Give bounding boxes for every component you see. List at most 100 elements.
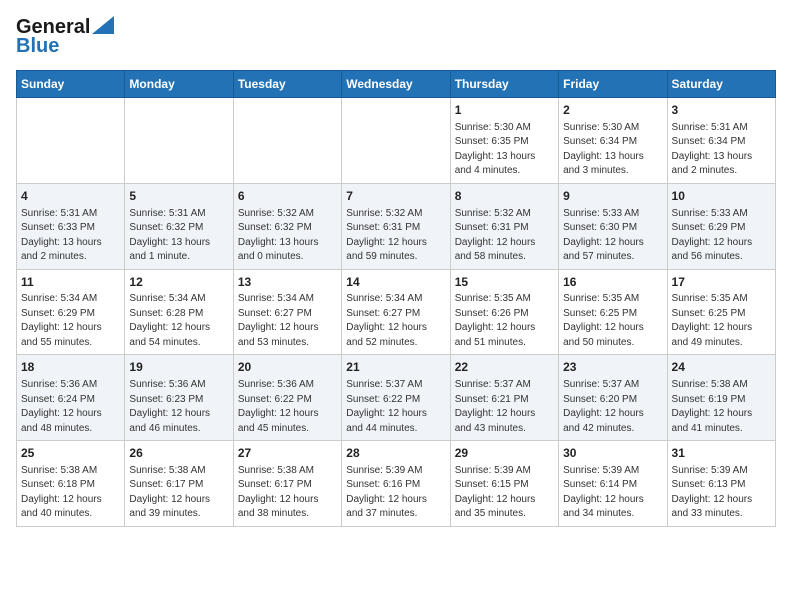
header-saturday: Saturday bbox=[667, 71, 775, 98]
day-number: 12 bbox=[129, 274, 228, 291]
calendar-cell: 13Sunrise: 5:34 AM Sunset: 6:27 PM Dayli… bbox=[233, 269, 341, 355]
day-number: 19 bbox=[129, 359, 228, 376]
calendar-cell: 27 Sunrise: 5:38 AM Sunset: 6:17 PM Dayli… bbox=[233, 441, 341, 527]
header-friday: Friday bbox=[559, 71, 667, 98]
day-number: 14 bbox=[346, 274, 445, 291]
calendar-cell: 29 Sunrise: 5:39 AM Sunset: 6:15 PM Dayli… bbox=[450, 441, 558, 527]
calendar-cell: 4Sunrise: 5:31 AM Sunset: 6:33 PM Daylig… bbox=[17, 183, 125, 269]
day-number: 5 bbox=[129, 188, 228, 205]
calendar-cell: 30Sunrise: 5:39 AM Sunset: 6:14 PM Dayli… bbox=[559, 441, 667, 527]
calendar-cell: 1 Sunrise: 5:30 AM Sunset: 6:35 PM Daylig… bbox=[450, 98, 558, 184]
day-number: 18 bbox=[21, 359, 120, 376]
cell-content: Sunrise: 5:39 AM Sunset: 6:15 PM Dayligh… bbox=[455, 464, 554, 522]
day-number: 22 bbox=[455, 359, 554, 376]
cell-content: Sunrise: 5:36 AM Sunset: 6:24 PM Dayligh… bbox=[21, 378, 120, 436]
day-number: 7 bbox=[346, 188, 445, 205]
calendar-cell: 7 Sunrise: 5:32 AM Sunset: 6:31 PM Daylig… bbox=[342, 183, 450, 269]
day-number: 10 bbox=[672, 188, 771, 205]
week-row-3: 11Sunrise: 5:34 AM Sunset: 6:29 PM Dayli… bbox=[17, 269, 776, 355]
day-number: 28 bbox=[346, 445, 445, 462]
calendar-cell: 12Sunrise: 5:34 AM Sunset: 6:28 PM Dayli… bbox=[125, 269, 233, 355]
calendar-cell: 9 Sunrise: 5:33 AM Sunset: 6:30 PM Daylig… bbox=[559, 183, 667, 269]
header-thursday: Thursday bbox=[450, 71, 558, 98]
calendar-cell: 19 Sunrise: 5:36 AM Sunset: 6:23 PM Dayli… bbox=[125, 355, 233, 441]
header-row: SundayMondayTuesdayWednesdayThursdayFrid… bbox=[17, 71, 776, 98]
day-number: 13 bbox=[238, 274, 337, 291]
logo-blue: Blue bbox=[16, 35, 59, 58]
cell-content: Sunrise: 5:33 AM Sunset: 6:29 PM Dayligh… bbox=[672, 207, 771, 265]
cell-content: Sunrise: 5:38 AM Sunset: 6:18 PM Dayligh… bbox=[21, 464, 120, 522]
day-number: 8 bbox=[455, 188, 554, 205]
cell-content: Sunrise: 5:30 AM Sunset: 6:35 PM Dayligh… bbox=[455, 121, 554, 179]
cell-content: Sunrise: 5:35 AM Sunset: 6:25 PM Dayligh… bbox=[563, 292, 662, 350]
calendar-cell: 26 Sunrise: 5:38 AM Sunset: 6:17 PM Dayli… bbox=[125, 441, 233, 527]
cell-content: Sunrise: 5:31 AM Sunset: 6:33 PM Dayligh… bbox=[21, 207, 120, 265]
cell-content: Sunrise: 5:33 AM Sunset: 6:30 PM Dayligh… bbox=[563, 207, 662, 265]
calendar-cell: 3Sunrise: 5:31 AM Sunset: 6:34 PM Daylig… bbox=[667, 98, 775, 184]
calendar-cell bbox=[342, 98, 450, 184]
calendar-cell: 2 Sunrise: 5:30 AM Sunset: 6:34 PM Daylig… bbox=[559, 98, 667, 184]
day-number: 15 bbox=[455, 274, 554, 291]
header-wednesday: Wednesday bbox=[342, 71, 450, 98]
header-sunday: Sunday bbox=[17, 71, 125, 98]
calendar-cell: 15Sunrise: 5:35 AM Sunset: 6:26 PM Dayli… bbox=[450, 269, 558, 355]
calendar-cell: 22 Sunrise: 5:37 AM Sunset: 6:21 PM Dayli… bbox=[450, 355, 558, 441]
cell-content: Sunrise: 5:30 AM Sunset: 6:34 PM Dayligh… bbox=[563, 121, 662, 179]
page-header: General Blue bbox=[16, 16, 776, 58]
cell-content: Sunrise: 5:36 AM Sunset: 6:23 PM Dayligh… bbox=[129, 378, 228, 436]
cell-content: Sunrise: 5:31 AM Sunset: 6:34 PM Dayligh… bbox=[672, 121, 771, 179]
day-number: 1 bbox=[455, 102, 554, 119]
day-number: 25 bbox=[21, 445, 120, 462]
day-number: 29 bbox=[455, 445, 554, 462]
cell-content: Sunrise: 5:35 AM Sunset: 6:26 PM Dayligh… bbox=[455, 292, 554, 350]
cell-content: Sunrise: 5:39 AM Sunset: 6:14 PM Dayligh… bbox=[563, 464, 662, 522]
cell-content: Sunrise: 5:34 AM Sunset: 6:29 PM Dayligh… bbox=[21, 292, 120, 350]
calendar-cell: 23Sunrise: 5:37 AM Sunset: 6:20 PM Dayli… bbox=[559, 355, 667, 441]
calendar-cell: 17Sunrise: 5:35 AM Sunset: 6:25 PM Dayli… bbox=[667, 269, 775, 355]
calendar-cell: 20 Sunrise: 5:36 AM Sunset: 6:22 PM Dayli… bbox=[233, 355, 341, 441]
logo-icon bbox=[92, 16, 114, 34]
day-number: 24 bbox=[672, 359, 771, 376]
calendar-cell bbox=[17, 98, 125, 184]
cell-content: Sunrise: 5:34 AM Sunset: 6:28 PM Dayligh… bbox=[129, 292, 228, 350]
cell-content: Sunrise: 5:36 AM Sunset: 6:22 PM Dayligh… bbox=[238, 378, 337, 436]
cell-content: Sunrise: 5:38 AM Sunset: 6:17 PM Dayligh… bbox=[238, 464, 337, 522]
day-number: 26 bbox=[129, 445, 228, 462]
day-number: 21 bbox=[346, 359, 445, 376]
cell-content: Sunrise: 5:37 AM Sunset: 6:21 PM Dayligh… bbox=[455, 378, 554, 436]
day-number: 11 bbox=[21, 274, 120, 291]
cell-content: Sunrise: 5:37 AM Sunset: 6:20 PM Dayligh… bbox=[563, 378, 662, 436]
calendar-cell: 10 Sunrise: 5:33 AM Sunset: 6:29 PM Dayli… bbox=[667, 183, 775, 269]
cell-content: Sunrise: 5:38 AM Sunset: 6:17 PM Dayligh… bbox=[129, 464, 228, 522]
day-number: 9 bbox=[563, 188, 662, 205]
cell-content: Sunrise: 5:39 AM Sunset: 6:13 PM Dayligh… bbox=[672, 464, 771, 522]
day-number: 17 bbox=[672, 274, 771, 291]
day-number: 27 bbox=[238, 445, 337, 462]
cell-content: Sunrise: 5:34 AM Sunset: 6:27 PM Dayligh… bbox=[346, 292, 445, 350]
week-row-4: 18 Sunrise: 5:36 AM Sunset: 6:24 PM Dayli… bbox=[17, 355, 776, 441]
calendar-cell: 28Sunrise: 5:39 AM Sunset: 6:16 PM Dayli… bbox=[342, 441, 450, 527]
cell-content: Sunrise: 5:32 AM Sunset: 6:31 PM Dayligh… bbox=[346, 207, 445, 265]
header-tuesday: Tuesday bbox=[233, 71, 341, 98]
calendar-cell: 18 Sunrise: 5:36 AM Sunset: 6:24 PM Dayli… bbox=[17, 355, 125, 441]
week-row-5: 25 Sunrise: 5:38 AM Sunset: 6:18 PM Dayli… bbox=[17, 441, 776, 527]
calendar-cell: 21 Sunrise: 5:37 AM Sunset: 6:22 PM Dayli… bbox=[342, 355, 450, 441]
logo: General Blue bbox=[16, 16, 114, 58]
day-number: 20 bbox=[238, 359, 337, 376]
calendar-table: SundayMondayTuesdayWednesdayThursdayFrid… bbox=[16, 70, 776, 527]
calendar-cell: 5 Sunrise: 5:31 AM Sunset: 6:32 PM Daylig… bbox=[125, 183, 233, 269]
cell-content: Sunrise: 5:31 AM Sunset: 6:32 PM Dayligh… bbox=[129, 207, 228, 265]
calendar-cell: 14Sunrise: 5:34 AM Sunset: 6:27 PM Dayli… bbox=[342, 269, 450, 355]
day-number: 16 bbox=[563, 274, 662, 291]
calendar-cell bbox=[233, 98, 341, 184]
day-number: 2 bbox=[563, 102, 662, 119]
cell-content: Sunrise: 5:35 AM Sunset: 6:25 PM Dayligh… bbox=[672, 292, 771, 350]
cell-content: Sunrise: 5:34 AM Sunset: 6:27 PM Dayligh… bbox=[238, 292, 337, 350]
calendar-cell: 25 Sunrise: 5:38 AM Sunset: 6:18 PM Dayli… bbox=[17, 441, 125, 527]
day-number: 6 bbox=[238, 188, 337, 205]
header-monday: Monday bbox=[125, 71, 233, 98]
cell-content: Sunrise: 5:37 AM Sunset: 6:22 PM Dayligh… bbox=[346, 378, 445, 436]
week-row-2: 4Sunrise: 5:31 AM Sunset: 6:33 PM Daylig… bbox=[17, 183, 776, 269]
day-number: 31 bbox=[672, 445, 771, 462]
calendar-cell: 6Sunrise: 5:32 AM Sunset: 6:32 PM Daylig… bbox=[233, 183, 341, 269]
